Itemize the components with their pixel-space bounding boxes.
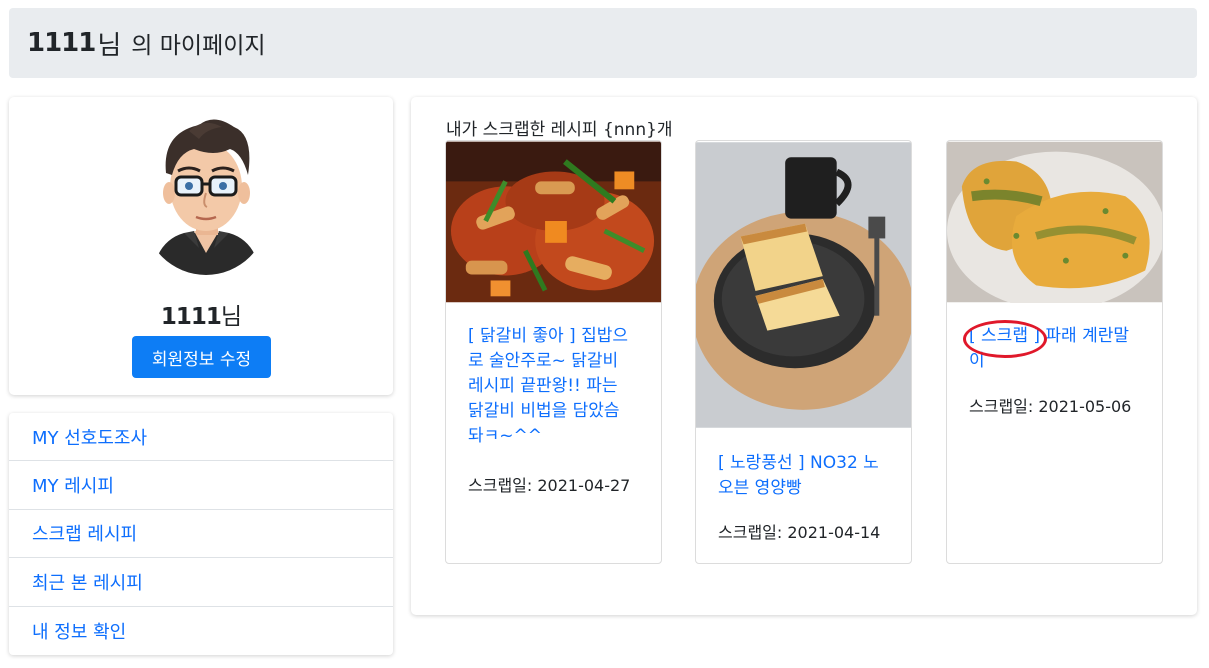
recipe-title-link[interactable]: [ 닭갈비 좋아 ] 집밥으 로 술안주로~ 닭갈비 레시피 끝판왕!! 파는 … xyxy=(468,324,628,449)
profile-nim: 님 xyxy=(220,304,242,330)
recipe-image-egg-roll[interactable] xyxy=(947,141,1162,303)
recipe-title-line: [ 닭갈비 좋아 ] 집밥으 xyxy=(468,326,628,346)
recipe-title-line: 닭갈비 비법을 담았슴 xyxy=(468,401,620,421)
recipe-title-line: 로 술안주로~ 닭갈비 xyxy=(468,351,619,371)
page-header: 1111 님 의 마이페이지 xyxy=(9,8,1197,78)
recipe-title-line: 레시피 끝판왕!! 파는 xyxy=(468,376,618,396)
recipe-scrap-date: 스크랩일: 2021-05-06 xyxy=(969,397,1132,416)
profile-username: 1111 xyxy=(160,304,222,330)
scrap-count-title: 내가 스크랩한 레시피 {nnn}개 xyxy=(446,120,673,140)
recipe-title-link[interactable]: [ 노랑풍선 ] NO32 노 오븐 영양빵 xyxy=(718,451,879,501)
sidebar-item-scrap-recipes[interactable]: 스크랩 레시피 xyxy=(9,510,393,559)
header-title-suffix: 의 마이페이지 xyxy=(131,33,266,59)
recipe-image-dakgalbi[interactable] xyxy=(446,141,661,303)
edit-profile-button[interactable]: 회원정보 수정 xyxy=(132,336,271,378)
recipe-scrap-date: 스크랩일: 2021-04-27 xyxy=(468,476,631,495)
sidebar-menu: MY 선호도조사 MY 레시피 스크랩 레시피 최근 본 레시피 내 정보 확인 xyxy=(9,413,393,655)
header-nim: 님 xyxy=(97,30,122,61)
sidebar-item-recently-viewed[interactable]: 최근 본 레시피 xyxy=(9,558,393,607)
recipe-title-line: [ 노랑풍선 ] NO32 노 xyxy=(718,453,879,473)
recipe-scrap-date: 스크랩일: 2021-04-14 xyxy=(718,523,881,542)
recipe-title-line: 돠ㅋ~^^ xyxy=(468,426,543,446)
recipe-card[interactable]: [ 노랑풍선 ] NO32 노 오븐 영양빵 스크랩일: 2021-04-14 xyxy=(695,140,912,564)
recipe-image-bread[interactable] xyxy=(696,141,911,429)
recipe-title-line: 오븐 영양빵 xyxy=(718,478,802,498)
sidebar-item-my-recipes[interactable]: MY 레시피 xyxy=(9,461,393,510)
profile-name: 1111님 xyxy=(9,297,393,331)
sidebar-item-my-preference-survey[interactable]: MY 선호도조사 xyxy=(9,413,393,462)
header-username: 1111 xyxy=(27,28,96,58)
sidebar-item-my-info[interactable]: 내 정보 확인 xyxy=(9,607,393,655)
annotation-circle xyxy=(963,320,1047,358)
recipe-card[interactable]: [ 닭갈비 좋아 ] 집밥으 로 술안주로~ 닭갈비 레시피 끝판왕!! 파는 … xyxy=(445,140,662,564)
profile-card: 1111님 회원정보 수정 xyxy=(9,97,393,395)
avatar xyxy=(144,119,268,275)
